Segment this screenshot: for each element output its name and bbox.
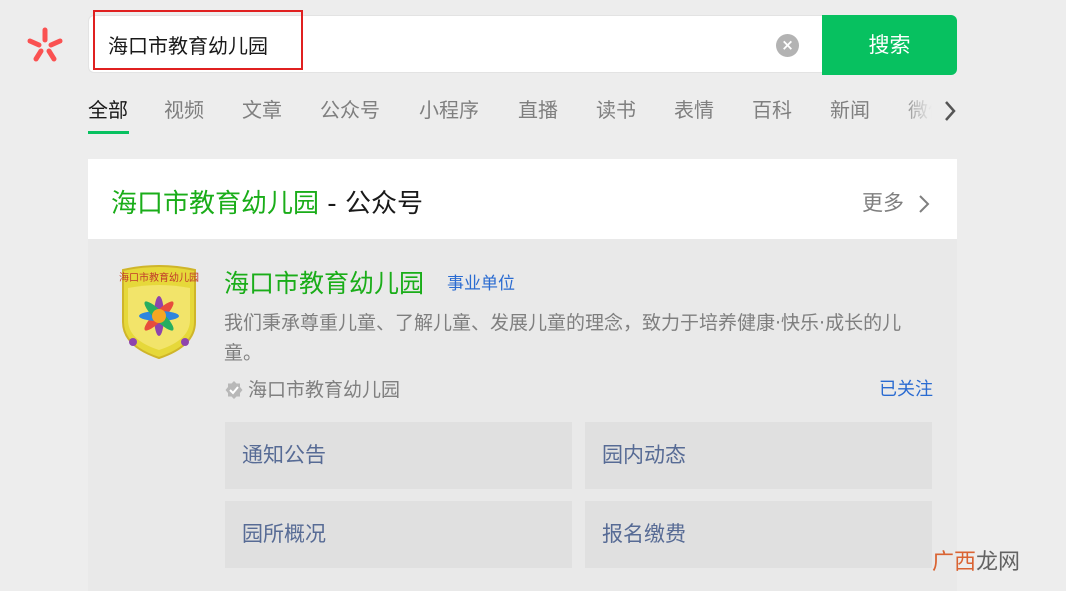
more-link[interactable]: 更多 [862,188,904,218]
tab-reading[interactable]: 读书 [596,94,636,126]
result-separator: - [319,189,345,219]
result-keyword: 海口市教育幼儿园 [111,189,320,219]
more-chevron-icon[interactable] [917,193,931,215]
search-button[interactable]: 搜索 [822,15,957,75]
verified-icon [225,381,243,399]
account-verified-by: 海口市教育幼儿园 [248,379,401,401]
tab-news[interactable]: 新闻 [830,94,870,126]
active-tab-indicator [88,131,129,134]
result-section-title: 海口市教育幼儿园 - 公众号 [111,184,423,224]
watermark-part-b: 龙网 [976,550,1021,575]
search-input[interactable] [108,31,708,61]
account-description: 我们秉承尊重儿童、了解儿童、发展儿童的理念，致力于培养健康·快乐·成长的儿童。 [224,312,902,364]
account-name[interactable]: 海口市教育幼儿园 [224,266,424,302]
category-tabs: 全部 视频 文章 公众号 小程序 直播 读书 表情 百科 新闻 微信 [88,94,938,138]
account-type-badge: 事业单位 [447,274,515,294]
follow-status-button[interactable]: 已关注 [879,376,933,404]
result-section-label: 公众号 [344,189,423,219]
tab-all[interactable]: 全部 [88,94,128,126]
menu-enrollment-button[interactable]: 报名缴费 [585,501,932,568]
tab-mini-program[interactable]: 小程序 [419,94,479,126]
chevron-right-icon[interactable] [940,98,960,124]
avatar-logo-text: 海口市教育幼儿园 [119,273,199,284]
clear-search-icon[interactable]: × [776,34,799,57]
tab-video[interactable]: 视频 [164,94,204,126]
menu-overview-button[interactable]: 园所概况 [225,501,572,568]
tab-encyclopedia[interactable]: 百科 [752,94,792,126]
menu-notice-button[interactable]: 通知公告 [225,422,572,489]
tab-official-account[interactable]: 公众号 [320,94,380,126]
tab-live[interactable]: 直播 [518,94,558,126]
tab-article[interactable]: 文章 [242,94,282,126]
wechat-search-logo-icon [27,27,63,62]
menu-news-button[interactable]: 园内动态 [585,422,932,489]
watermark: 广西龙网 [932,548,1020,578]
tab-sticker[interactable]: 表情 [674,94,714,126]
watermark-part-a: 广西 [932,550,977,575]
tabs-fade [900,94,940,130]
